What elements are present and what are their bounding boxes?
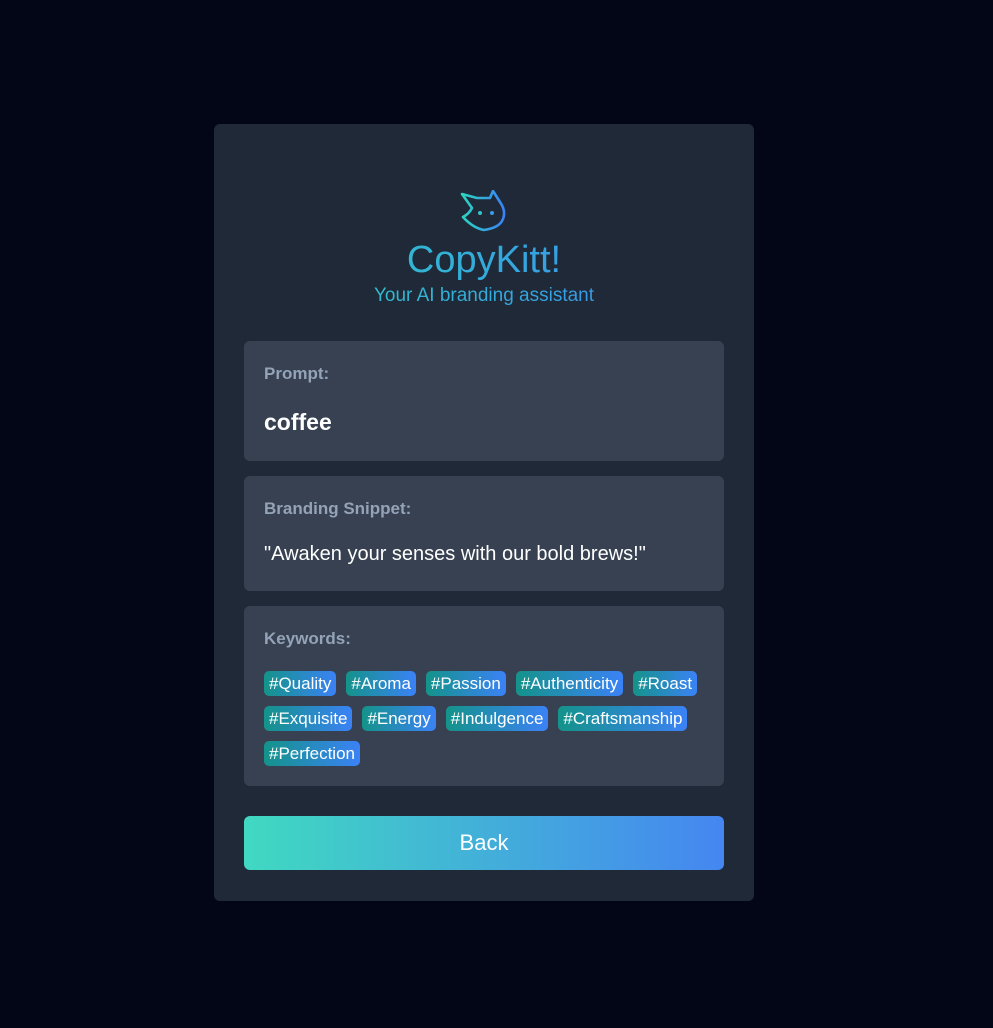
keyword-tag: #Passion: [425, 671, 506, 696]
keyword-tag: #Quality: [264, 671, 337, 696]
branding-snippet-label: Branding Snippet:: [264, 499, 412, 518]
cat-head-icon: [460, 190, 506, 232]
keywords-label: Keywords:: [264, 629, 351, 648]
keyword-tag-list: #Quality #Aroma #Passion #Authenticity #…: [264, 671, 704, 766]
result-card: CopyKitt! Your AI branding assistant Pro…: [214, 124, 754, 901]
logo: [214, 190, 754, 234]
keyword-tag: #Craftsmanship: [558, 706, 688, 731]
branding-snippet-panel: Branding Snippet: "Awaken your senses wi…: [244, 476, 724, 591]
keyword-tag: #Aroma: [346, 671, 416, 696]
prompt-label: Prompt:: [264, 364, 330, 383]
back-button[interactable]: Back: [244, 816, 724, 870]
keyword-tag: #Authenticity: [515, 671, 624, 696]
keyword-tag: #Indulgence: [445, 706, 549, 731]
keyword-tag: #Exquisite: [264, 706, 353, 731]
prompt-panel: Prompt: coffee: [244, 341, 724, 461]
keyword-tag: #Roast: [633, 671, 698, 696]
keyword-tag: #Energy: [362, 706, 436, 731]
keyword-tag: #Perfection: [264, 741, 360, 766]
branding-snippet-text: "Awaken your senses with our bold brews!…: [264, 543, 646, 565]
prompt-value: coffee: [264, 409, 332, 435]
keywords-panel: Keywords: #Quality #Aroma #Passion #Auth…: [244, 606, 724, 786]
app-title: CopyKitt!: [214, 238, 754, 282]
app-subtitle: Your AI branding assistant: [214, 284, 754, 308]
